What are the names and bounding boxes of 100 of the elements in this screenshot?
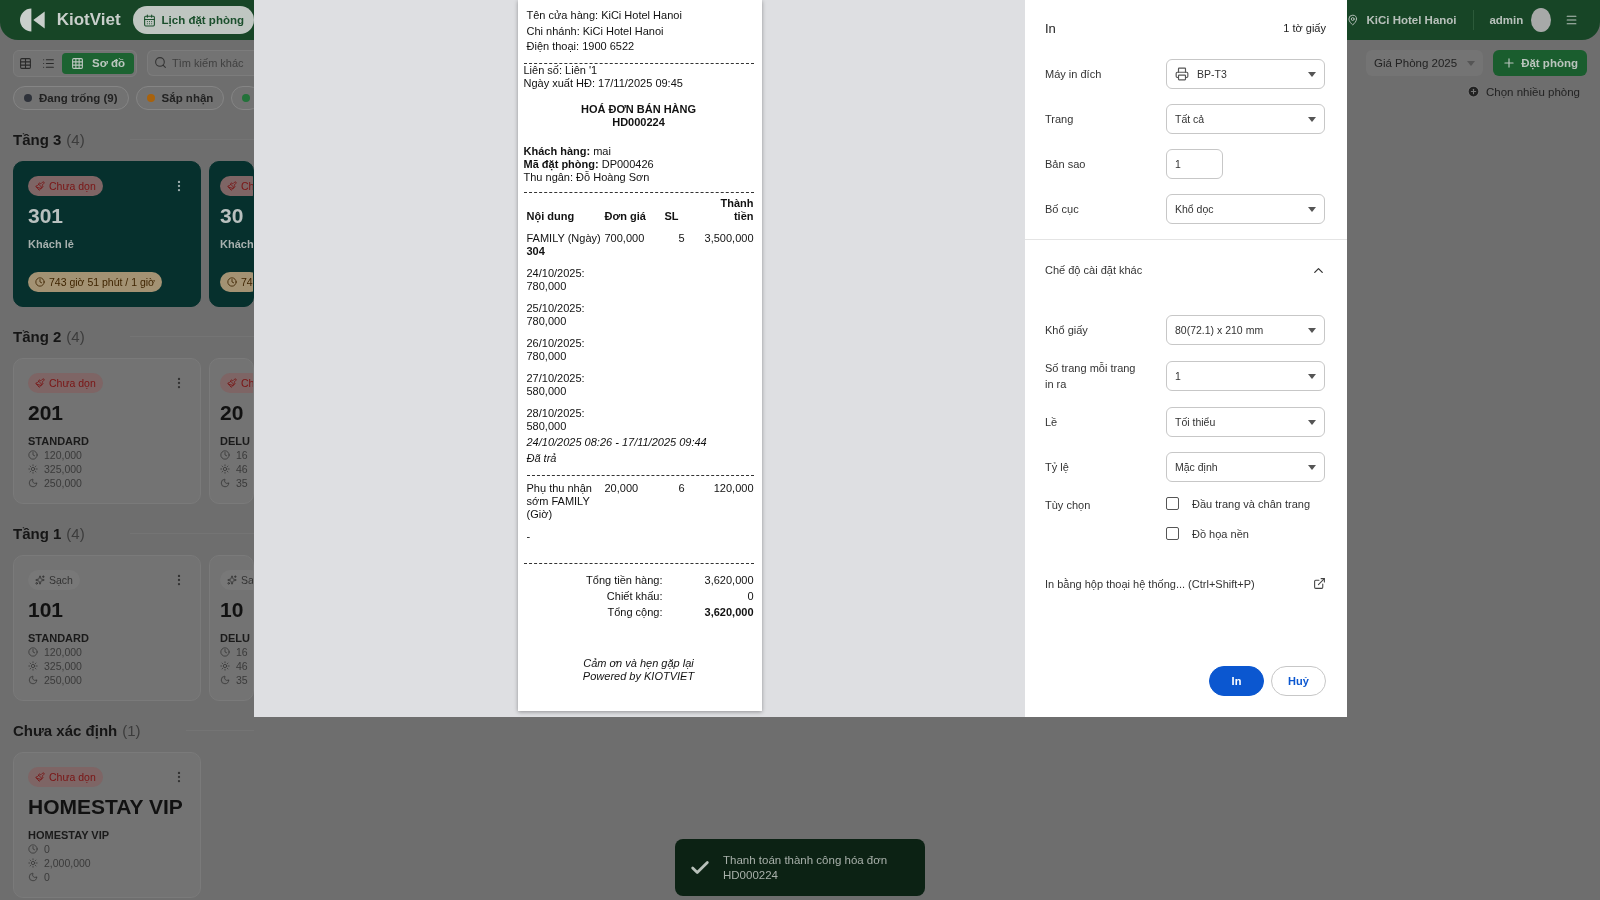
- more-settings-toggle[interactable]: Chế độ cài đặt khác: [1045, 255, 1326, 285]
- location-pin-icon: [1347, 13, 1359, 27]
- item-total: 120,000: [712, 481, 754, 496]
- clock-icon: [28, 844, 38, 854]
- item-total: 3,500,000: [703, 231, 754, 246]
- print-button[interactable]: In: [1209, 666, 1264, 696]
- sun-icon: [28, 661, 38, 671]
- printer-icon: [1175, 67, 1189, 81]
- multi-select-button[interactable]: Chọn nhiều phòng: [1467, 85, 1580, 98]
- field-label: Trang: [1045, 112, 1075, 127]
- copies-field[interactable]: 1: [1166, 149, 1223, 179]
- receipt-line: Điện thoại: 1900 6522: [525, 39, 636, 54]
- floor-title: Tầng 1: [13, 524, 62, 542]
- stay-timer: 743 giờ 51 phút / 1 giờ: [28, 272, 162, 292]
- item-price: 700,000: [604, 231, 646, 246]
- caret-icon: [1308, 419, 1316, 425]
- room-type: DELU: [220, 435, 251, 447]
- toast-message: Thanh toán thành công hóa đơn HD000224: [723, 852, 889, 883]
- brush-icon: [35, 772, 45, 782]
- booking-calendar-button[interactable]: Lịch đặt phòng: [132, 6, 254, 34]
- item-note: 24/10/2025: 780,000: [526, 266, 586, 293]
- room-number: 30: [220, 204, 245, 228]
- status-badge: Chưa dọn: [28, 373, 103, 393]
- select-field[interactable]: 80(72.1) x 210 mm: [1166, 315, 1325, 345]
- plus-circle-icon: [1467, 85, 1480, 98]
- caret-icon: [1308, 206, 1316, 212]
- select-field[interactable]: BP-T3: [1166, 59, 1325, 89]
- caret-icon: [1308, 327, 1316, 333]
- moon-icon: [220, 675, 230, 685]
- floor-title: Tầng 3: [13, 130, 62, 148]
- item-note: 28/10/2025: 580,000: [526, 406, 586, 433]
- caret-icon: [1308, 464, 1316, 470]
- column-header: Thành tiền: [719, 196, 754, 224]
- item-quantity: 6: [677, 481, 686, 496]
- sun-icon: [28, 858, 38, 868]
- receipt-line: Liên số: Liên '1: [523, 63, 599, 77]
- view-mode-button[interactable]: Sơ đồ: [62, 52, 135, 74]
- status-badge: Ch: [220, 373, 253, 393]
- branch-name[interactable]: KiCi Hotel Hanoi: [1366, 14, 1457, 26]
- receipt-line: Tên cửa hàng: KiCi Hotel Hanoi: [525, 8, 683, 23]
- room-rate: 325,000: [44, 463, 82, 475]
- status-badge: Sa: [220, 570, 253, 590]
- brush-icon: [35, 181, 45, 191]
- grid-icon: [71, 56, 84, 70]
- user-name[interactable]: admin: [1489, 14, 1524, 26]
- total-value: 3,620,000: [703, 605, 754, 619]
- search-icon: [154, 56, 168, 69]
- item-name: Phụ thu nhận sớm FAMILY (Giờ): [526, 481, 592, 520]
- filter-chip[interactable]: [231, 86, 254, 110]
- checkbox-label: Đồ họa nền: [1192, 527, 1249, 540]
- room-card[interactable]: Chưa dọn 301 Khách lẻ 743 giờ 51 phút / 1 giờ: [13, 161, 201, 307]
- cancel-button[interactable]: Huỷ: [1271, 666, 1326, 696]
- filter-chip[interactable]: Sắp nhận: [135, 86, 225, 110]
- caret-icon: [1467, 60, 1476, 66]
- room-card[interactable]: Ch 30 Khách 74: [209, 161, 254, 307]
- stay-timer: 74: [220, 272, 253, 292]
- receipt-line: Ngày xuất HĐ: 17/11/2025 09:45: [523, 76, 684, 90]
- field-label: Tùy chọn: [1045, 498, 1092, 513]
- field-label: Bố cục: [1045, 202, 1080, 217]
- room-type: STANDARD: [28, 435, 90, 447]
- receipt-info: Mã đặt phòng: DP000426: [523, 157, 654, 170]
- checkbox[interactable]: [1166, 497, 1179, 510]
- filter-chip[interactable]: Đang trống (9): [13, 86, 129, 110]
- field-label: Số trang mỗi trang in ra: [1045, 361, 1137, 392]
- price-list-select[interactable]: Giá Phòng 2025: [1366, 50, 1484, 76]
- floor-title: Chưa xác định: [13, 721, 118, 739]
- room-type: HOMESTAY VIP: [28, 829, 111, 841]
- select-field[interactable]: Tối thiểu: [1166, 407, 1325, 437]
- select-field[interactable]: 1: [1166, 361, 1325, 391]
- receipt-code: HD000224: [611, 115, 666, 129]
- room-number: 101: [28, 598, 65, 622]
- add-booking-button[interactable]: Đặt phòng: [1493, 50, 1587, 76]
- item-name: FAMILY (Ngày) 304: [526, 231, 601, 257]
- moon-icon: [28, 478, 38, 488]
- status-badge: Sạch: [28, 570, 80, 590]
- select-field[interactable]: Mặc định: [1166, 452, 1325, 482]
- select-field[interactable]: Khổ dọc: [1166, 194, 1325, 224]
- select-field[interactable]: Tất cả: [1166, 104, 1325, 134]
- room-number: 201: [28, 401, 65, 425]
- caret-icon: [1308, 71, 1316, 77]
- status-badge: Ch: [220, 176, 253, 196]
- system-dialog-link[interactable]: In bằng hộp thoại hệ thống... (Ctrl+Shift+P): [1045, 577, 1326, 590]
- plus-icon: [1502, 56, 1517, 70]
- room-rate: 35: [236, 477, 248, 489]
- clock-icon: [220, 647, 230, 657]
- avatar[interactable]: [1531, 8, 1551, 32]
- checkbox[interactable]: [1166, 527, 1179, 540]
- field-label: Tỷ lệ: [1045, 460, 1070, 475]
- table-icon: [19, 56, 32, 70]
- brush-icon: [35, 378, 45, 388]
- item-quantity: 5: [677, 231, 686, 246]
- room-number: HOMESTAY VIP: [28, 795, 184, 819]
- caret-icon: [1308, 116, 1316, 122]
- clock-icon: [35, 277, 45, 287]
- receipt-info: Thu ngân: Đỗ Hoàng Sơn: [523, 170, 650, 183]
- total-value: 3,620,000: [703, 573, 754, 587]
- sheet-count: 1 tờ giấy: [1283, 22, 1326, 34]
- receipt-footer: Cảm ơn và hẹn gặp lại: [523, 656, 754, 670]
- status-badge: Chưa dọn: [28, 767, 103, 787]
- calendar-icon: [142, 13, 156, 27]
